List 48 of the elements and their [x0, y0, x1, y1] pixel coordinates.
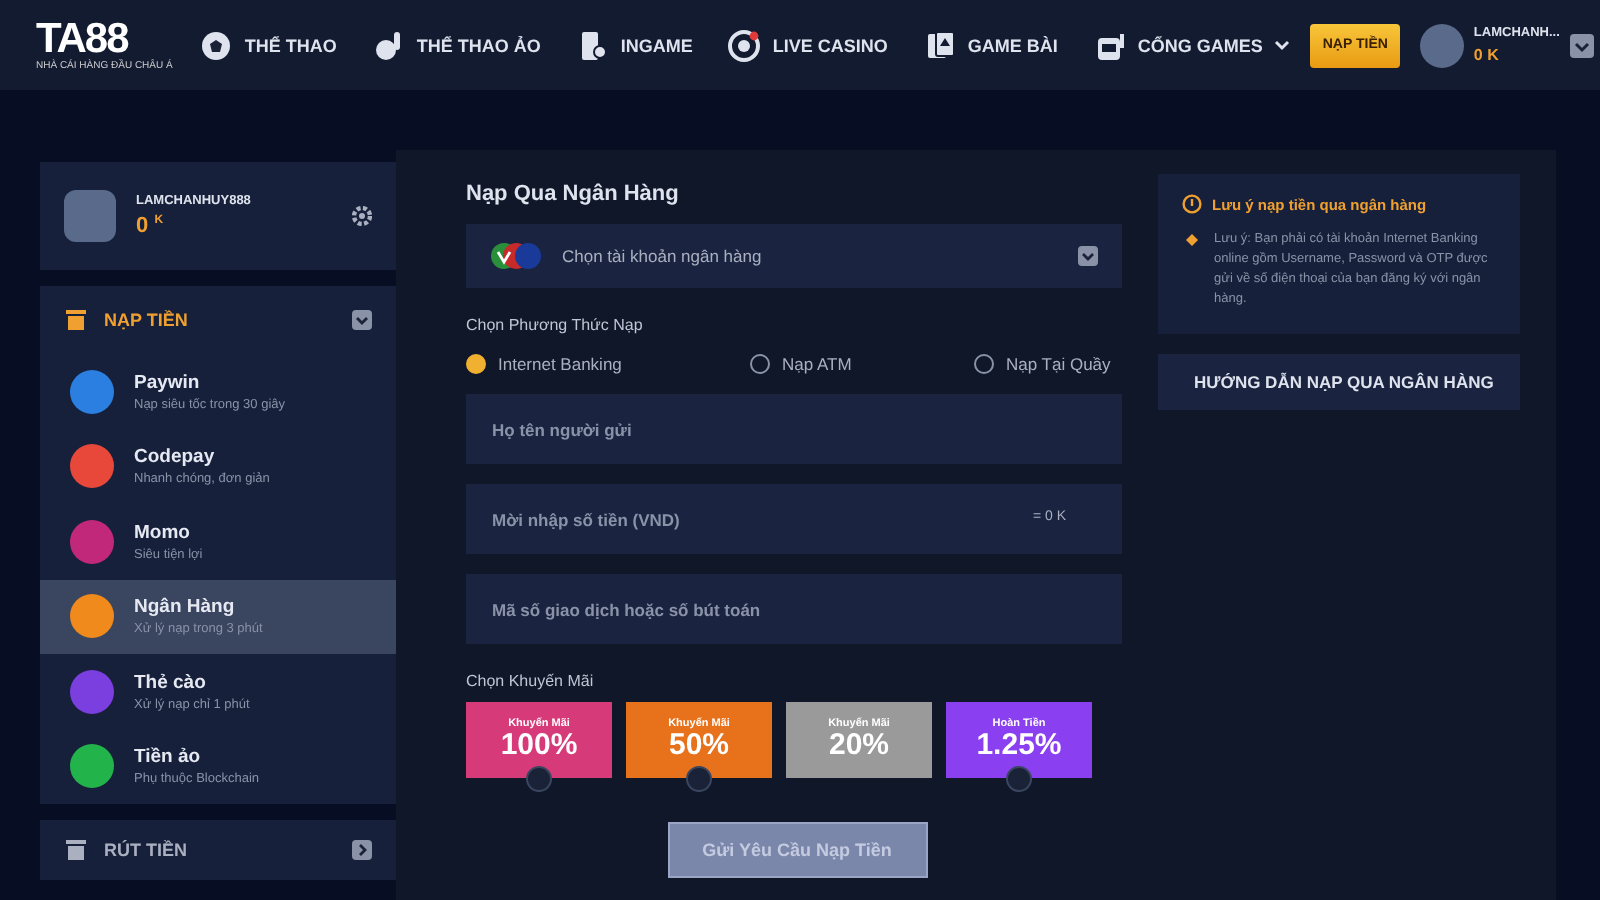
radio-button[interactable] [526, 766, 552, 792]
method-title: Momo [134, 521, 192, 544]
nav-link[interactable]: THỂ THAO ẢO [372, 29, 541, 61]
nav-link[interactable]: GAME BÀI [923, 29, 1058, 61]
section-label: Chọn Khuyến Mãi [466, 672, 596, 690]
bullet-icon [1186, 234, 1198, 246]
chevron-down-icon [1078, 246, 1098, 266]
radio-option[interactable]: Internet Banking [466, 354, 686, 374]
method-title: Tiền ảo [134, 746, 203, 769]
nav-link[interactable]: INGAME [576, 29, 693, 61]
bank-logos-icon [490, 242, 542, 270]
method-title: Codepay [134, 446, 217, 469]
bowling-icon [372, 29, 405, 61]
nav-link[interactable]: THỂ THAO [200, 29, 337, 61]
balance: 0 $^{K}$ [136, 214, 166, 238]
info-icon [1182, 194, 1202, 214]
balance: 0 K [1473, 46, 1501, 64]
form-title: Nạp Qua Ngân Hàng [466, 182, 681, 206]
method-title: Paywin [134, 371, 202, 394]
cards-icon [923, 29, 956, 61]
avatar [64, 190, 116, 242]
settings-icon [352, 206, 372, 226]
method-title: Ngân Hàng [134, 596, 237, 619]
radio-button[interactable] [686, 766, 712, 792]
section-label: Chọn Phương Thức Nạp [466, 316, 645, 334]
method-title: Thẻ cào [134, 671, 208, 694]
radio-option[interactable]: Nạp Tại Quầy [974, 354, 1111, 374]
roulette-icon [728, 29, 761, 61]
slot-machine-icon [1093, 29, 1126, 61]
ball-icon [200, 29, 233, 61]
radio-button[interactable] [974, 354, 994, 374]
avatar [1419, 23, 1464, 67]
nav-link[interactable]: CỔNG GAMES [1093, 29, 1291, 61]
radio-button[interactable] [750, 354, 770, 374]
menu-section-header[interactable]: NẠP TIỀN [40, 286, 396, 354]
guide-button[interactable]: HƯỚNG DẪN NẠP QUA NGÂN HÀNG [1158, 354, 1520, 410]
radio-button[interactable] [466, 354, 486, 374]
chevron-down-icon [352, 310, 372, 330]
menu-section-header[interactable]: RÚT TIỀN [40, 820, 396, 880]
radio-button[interactable] [1006, 766, 1032, 792]
nav-link[interactable]: LIVE CASINO [728, 29, 888, 61]
chevron-right-icon [352, 840, 372, 860]
bank-account-dropdown[interactable]: Chọn tài khoản ngân hàng [466, 224, 1122, 288]
input-field[interactable]: Họ tên người gửi [466, 394, 1122, 464]
input-field[interactable]: Mã số giao dịch hoặc số bút toán [466, 574, 1122, 644]
phone-icon [576, 29, 609, 61]
radio-option[interactable]: Nạp ATM [750, 354, 910, 374]
chevron-down-icon [1569, 33, 1594, 57]
